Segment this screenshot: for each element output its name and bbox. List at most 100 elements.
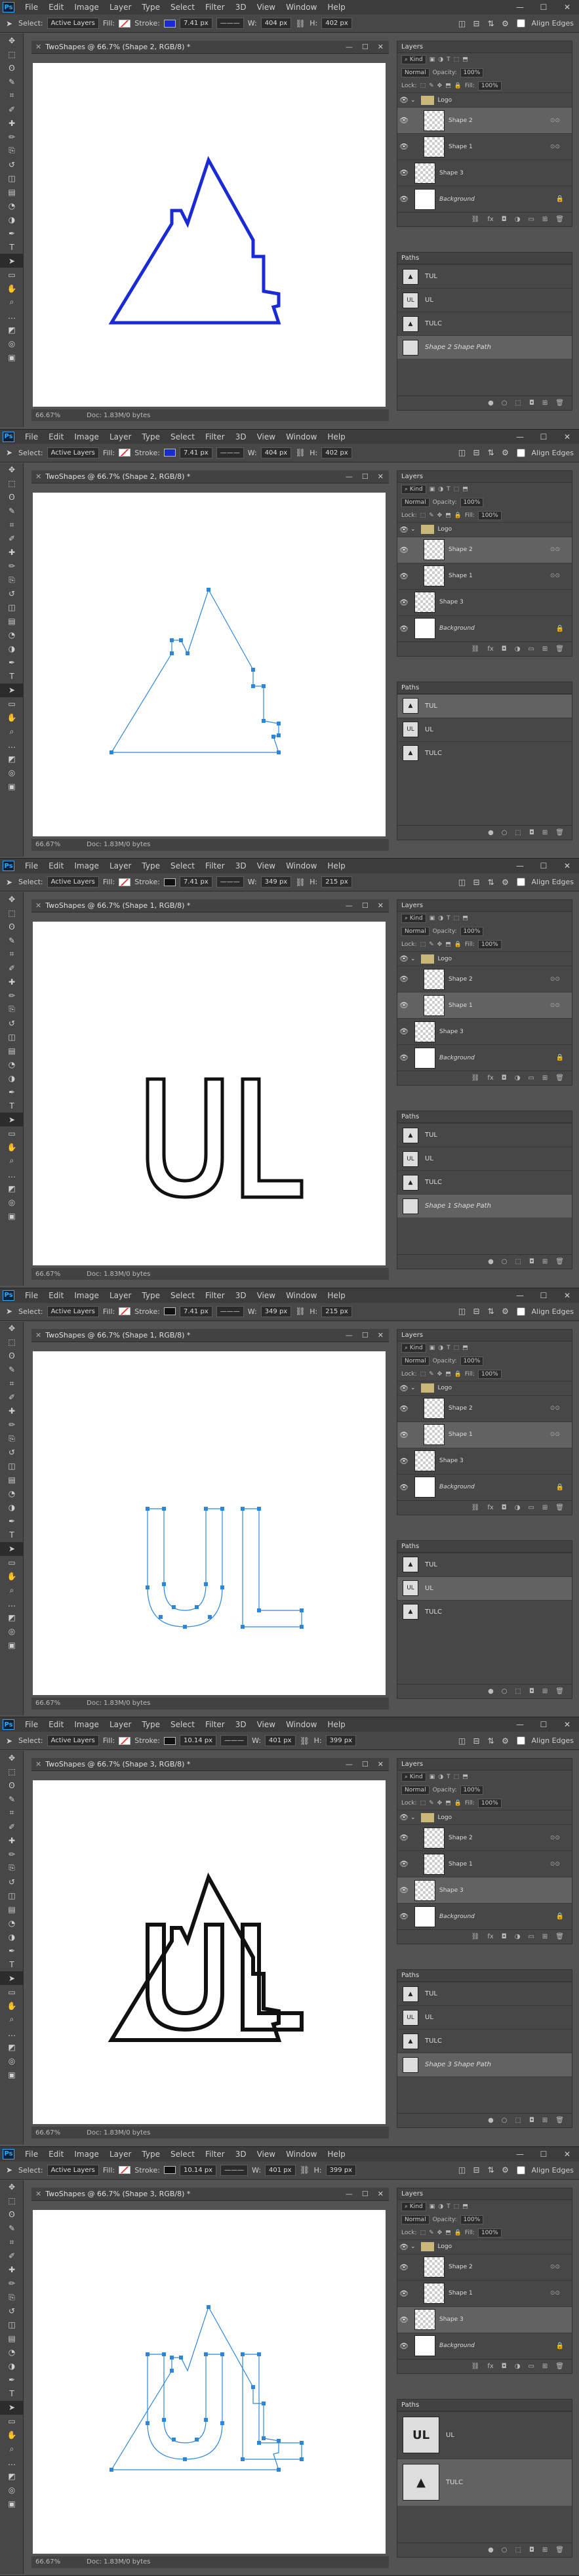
document-tab[interactable]: ✕ TwoShapes @ 66.7% (Shape 3, RGB/8) * — ☐ ✕ [31, 2187, 389, 2201]
stroke-swatch[interactable] [164, 19, 176, 28]
menu-select[interactable]: Select [165, 432, 200, 441]
path-select-icon[interactable]: ➤ [0, 254, 24, 268]
stroke-type-dropdown[interactable]: ——— [220, 2164, 249, 2176]
document-tab[interactable]: ✕ TwoShapes @ 66.7% (Shape 1, RGB/8) * — ☐ ✕ [31, 1328, 389, 1342]
image-filter-icon[interactable]: ▣ [429, 2203, 435, 2210]
lasso-icon[interactable]: ʘ [0, 491, 24, 504]
gear-icon[interactable]: ⚙ [500, 18, 510, 29]
path-row-tul[interactable]: ▲ TUL [397, 264, 572, 288]
pen-icon[interactable]: ✒ [0, 1944, 24, 1957]
menu-help[interactable]: Help [322, 432, 350, 441]
height-field[interactable]: 215 px [321, 1305, 352, 1317]
menu-type[interactable]: Type [136, 2150, 165, 2159]
layers-panel-title[interactable]: Layers [397, 2188, 572, 2200]
document-tab[interactable]: ✕ TwoShapes @ 66.7% (Shape 3, RGB/8) * — ☐ ✕ [31, 1758, 389, 1771]
layer-row-shape1[interactable]: 👁 Shape 1 ⊙⊙ [397, 1850, 572, 1877]
fx-icon[interactable]: fx [487, 1074, 493, 1082]
link-icon[interactable]: ⛓ [471, 645, 480, 653]
shape-filter-icon[interactable]: ⬚ [454, 486, 460, 493]
gear-icon[interactable]: ⚙ [500, 447, 510, 458]
layer-row-shape2[interactable]: 👁 Shape 2 ⊙⊙ [397, 107, 572, 133]
stroke-path-icon[interactable]: ○ [502, 1688, 508, 1695]
eye-icon[interactable]: 👁 [397, 572, 410, 581]
layer-row-shape3[interactable]: 👁 Shape 3 [397, 1877, 572, 1903]
quick-mask-icon[interactable]: ◎ [0, 1625, 24, 1639]
opacity-field[interactable]: 100% [460, 1356, 484, 1366]
path-arrange-icon[interactable]: ⇅ [485, 447, 496, 458]
path-align-icon[interactable]: ⊟ [471, 2165, 481, 2175]
screen-mode-icon[interactable]: ▣ [0, 780, 24, 794]
opacity-field[interactable]: 100% [460, 1786, 484, 1795]
width-field[interactable]: 349 px [260, 876, 292, 888]
menu-help[interactable]: Help [322, 3, 350, 12]
anchor-point[interactable] [170, 2368, 174, 2373]
mask-icon[interactable]: ◘ [502, 216, 507, 223]
menu-file[interactable]: File [20, 2150, 43, 2159]
layer-row-shape2[interactable]: 👁 Shape 2 ⊙⊙ [397, 966, 572, 992]
mask-icon[interactable]: ◘ [502, 2363, 507, 2370]
layer-row-shape3[interactable]: 👁 Shape 3 [397, 1447, 572, 1474]
path-row-shape3[interactable]: Shape 3 Shape Path [397, 2053, 572, 2076]
stroke-type-dropdown[interactable]: ——— [220, 1735, 249, 1746]
layer-row-shape1[interactable]: 👁 Shape 1 ⊙⊙ [397, 133, 572, 159]
canvas[interactable] [33, 1351, 386, 1695]
group-icon[interactable]: ▭ [528, 645, 534, 653]
path-align-icon[interactable]: ⊟ [471, 447, 481, 458]
align-edges-checkbox[interactable] [517, 448, 526, 457]
anchor-point[interactable] [220, 1506, 224, 1511]
eyedropper-icon[interactable]: ✐ [0, 102, 24, 116]
smart-filter-icon[interactable]: ⬒ [462, 1774, 468, 1780]
zoom-icon[interactable]: ⌕ [0, 1154, 24, 1168]
gradient-icon[interactable]: ▤ [0, 185, 24, 199]
kind-filter-dropdown[interactable]: ⌕ Kind [401, 1343, 426, 1353]
new-layer-icon[interactable]: ⊞ [542, 1933, 548, 1940]
marquee-icon[interactable]: ⬚ [0, 1336, 24, 1349]
fg-bg-icon[interactable]: ◩ [0, 323, 24, 337]
anchor-point[interactable] [241, 2457, 245, 2461]
adjust-filter-icon[interactable]: ◑ [438, 486, 443, 493]
layer-row-shape1[interactable]: 👁 Shape 1 ⊙⊙ [397, 1421, 572, 1448]
smart-filter-icon[interactable]: ⬒ [462, 56, 468, 63]
path-ops-icon[interactable]: ◫ [456, 18, 467, 29]
load-selection-icon[interactable]: ⬚ [515, 2117, 521, 2124]
blend-mode-dropdown[interactable]: Normal [401, 1786, 429, 1795]
anchor-point[interactable] [220, 2352, 224, 2356]
stroke-type-dropdown[interactable]: ——— [216, 18, 244, 29]
gear-icon[interactable]: ⚙ [500, 1736, 510, 1746]
path-row-tul[interactable]: ▲ TUL [397, 693, 572, 718]
anchor-point[interactable] [257, 2352, 261, 2356]
adjustment-icon[interactable]: ◑ [515, 2363, 521, 2370]
brush-icon[interactable]: ✏ [0, 130, 24, 144]
fill-field[interactable]: 100% [477, 2228, 502, 2238]
close-icon[interactable]: ✕ [35, 1760, 41, 1768]
minimize-button[interactable]: — [508, 1288, 532, 1303]
menu-window[interactable]: Window [281, 861, 322, 870]
minimize-icon[interactable]: — [346, 43, 353, 51]
maximize-icon[interactable]: ☐ [362, 1760, 369, 1768]
menu-window[interactable]: Window [281, 432, 322, 441]
trash-icon[interactable]: 🗑 [555, 1504, 564, 1511]
stroke-path-icon[interactable]: ○ [502, 829, 508, 836]
menu-3d[interactable]: 3D [230, 2150, 252, 2159]
layer-row-background[interactable]: 👁 Background 🔒 [397, 1044, 572, 1071]
close-icon[interactable]: ✕ [35, 472, 41, 481]
align-edges-checkbox[interactable] [517, 1736, 526, 1745]
marquee-icon[interactable]: ⬚ [0, 477, 24, 491]
anchor-point[interactable] [251, 2384, 255, 2389]
stroke-swatch[interactable] [164, 1307, 176, 1315]
layer-row-background[interactable]: 👁 Background 🔒 [397, 1903, 572, 1929]
more-icon[interactable]: … [0, 739, 24, 752]
paths-panel-title[interactable]: Paths [397, 1540, 572, 1553]
lock-all-icon[interactable]: 🔒 [454, 1800, 462, 1807]
anchor-point[interactable] [204, 1506, 208, 1511]
crop-icon[interactable]: ⌗ [0, 1377, 24, 1391]
anchor-point[interactable] [262, 684, 266, 688]
menu-filter[interactable]: Filter [200, 2150, 230, 2159]
shape-icon[interactable]: ▭ [0, 2415, 24, 2428]
anchor-point[interactable] [204, 2417, 208, 2422]
stamp-icon[interactable]: ⎘ [0, 573, 24, 587]
menu-window[interactable]: Window [281, 1291, 322, 1300]
menu-layer[interactable]: Layer [104, 861, 136, 870]
image-filter-icon[interactable]: ▣ [429, 486, 435, 493]
anchor-point[interactable] [170, 651, 174, 655]
